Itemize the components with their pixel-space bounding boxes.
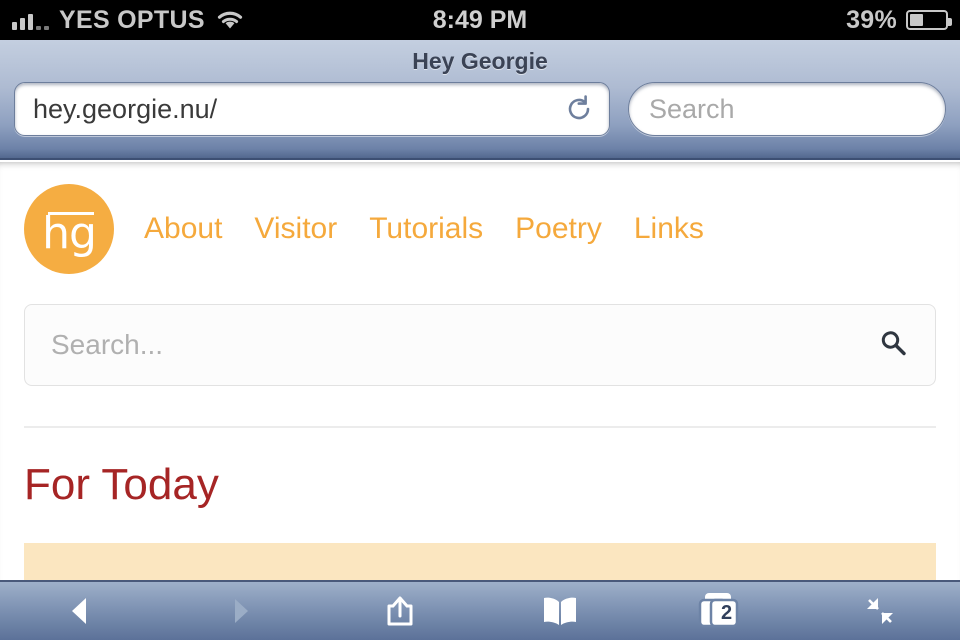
tabs-count-badge: 2 [721, 602, 733, 624]
tabs-icon: 2 [697, 591, 743, 631]
browser-search-field[interactable]: Search [628, 82, 946, 136]
share-button[interactable] [340, 583, 460, 639]
magnifier-icon[interactable] [877, 327, 909, 364]
reload-icon[interactable] [559, 89, 599, 129]
web-page-content: hg About Visitor Tutorials Poetry Links … [0, 162, 960, 580]
forward-button[interactable] [180, 583, 300, 639]
carrier-label: YES OPTUS [59, 5, 205, 34]
site-header: hg About Visitor Tutorials Poetry Links [0, 162, 960, 274]
browser-bottom-toolbar: 2 [0, 580, 960, 640]
address-bar[interactable]: hey.georgie.nu/ [14, 82, 610, 136]
highlight-band [24, 543, 936, 580]
nav-item-visitor[interactable]: Visitor [254, 212, 337, 246]
battery-percent-label: 39% [846, 5, 897, 34]
site-nav: About Visitor Tutorials Poetry Links [144, 212, 704, 246]
signal-strength-icon [12, 10, 49, 30]
page-heading: For Today [24, 460, 219, 509]
logo-text: hg [42, 207, 97, 259]
page-title: Hey Georgie [412, 47, 548, 74]
site-search-placeholder: Search... [51, 329, 164, 360]
content-divider [24, 426, 936, 428]
exit-fullscreen-button[interactable] [820, 583, 940, 639]
bookmarks-button[interactable] [500, 583, 620, 639]
ios-status-bar: YES OPTUS 8:49 PM 39% [0, 0, 960, 40]
site-logo[interactable]: hg [24, 184, 114, 274]
status-left-group: YES OPTUS [12, 6, 245, 35]
back-button[interactable] [20, 583, 140, 639]
nav-item-tutorials[interactable]: Tutorials [369, 212, 483, 246]
url-text[interactable]: hey.georgie.nu/ [33, 94, 559, 125]
wifi-icon [215, 9, 245, 31]
tabs-button[interactable]: 2 [660, 583, 780, 639]
browser-search-placeholder: Search [649, 93, 735, 124]
battery-icon [906, 10, 952, 30]
address-row: hey.georgie.nu/ Search [0, 82, 960, 136]
nav-item-links[interactable]: Links [634, 212, 704, 246]
nav-item-poetry[interactable]: Poetry [515, 212, 602, 246]
status-right-group: 39% [846, 5, 952, 35]
nav-item-about[interactable]: About [144, 212, 222, 246]
site-search-field[interactable]: Search... [24, 304, 936, 386]
browser-top-chrome: Hey Georgie hey.georgie.nu/ Search [0, 40, 960, 160]
